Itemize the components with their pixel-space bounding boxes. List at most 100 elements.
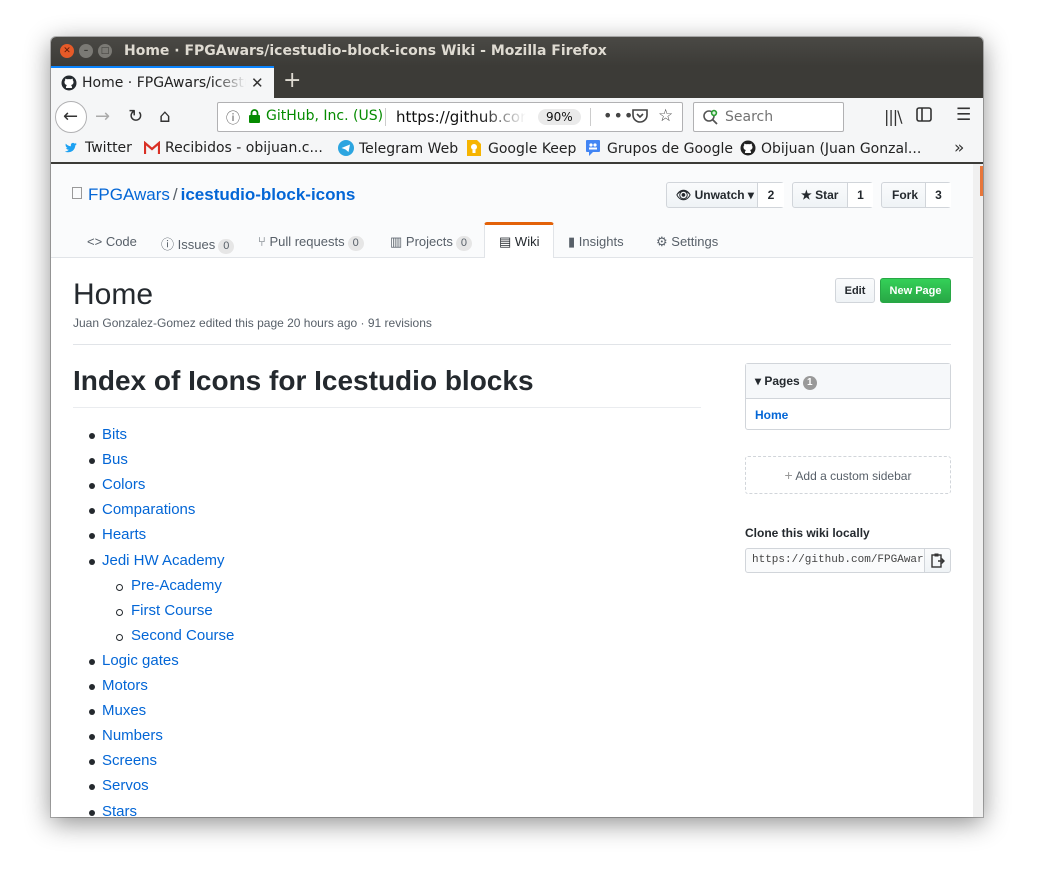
window-title: Home · FPGAwars/icestudio-block-icons Wi…	[124, 43, 607, 59]
tab-pull-requests[interactable]: ⑂ Pull requests 0	[258, 222, 373, 257]
projects-counter: 0	[455, 236, 473, 251]
tab-issues[interactable]: ⓘ Issues 0	[161, 222, 241, 257]
wiki-index-link[interactable]: Bits	[102, 426, 127, 443]
bullet-icon	[89, 433, 95, 439]
unwatch-button[interactable]: 👁 Unwatch ▾ 2	[666, 182, 784, 208]
bookmark-telegram[interactable]: Telegram Web	[338, 140, 458, 157]
tab-wiki[interactable]: ▤ Wiki	[484, 222, 554, 258]
wiki-index-link[interactable]: Logic gates	[102, 652, 179, 669]
bookmark-label: Google Keep	[488, 141, 577, 157]
bookmark-gmail[interactable]: Recibidos - obijuan.c...	[143, 140, 323, 157]
new-tab-button[interactable]: +	[283, 68, 301, 93]
repo-title: FPGAwars / icestudio-block-icons	[72, 185, 355, 205]
bullet-icon	[89, 684, 95, 690]
gmail-icon	[143, 140, 161, 157]
navigation-toolbar: ← → ↻ ⌂ ⓘ GitHub, Inc. (US) https://gith…	[51, 98, 983, 138]
tab-close-icon[interactable]: ✕	[251, 74, 264, 92]
browser-tab[interactable]: Home · FPGAwars/icestudio-block-icons Wi…	[51, 66, 274, 98]
tab-insights[interactable]: ▮ Insights	[568, 222, 638, 257]
page-scrollbar-thumb[interactable]	[980, 166, 983, 196]
pocket-icon[interactable]	[632, 109, 648, 128]
library-icon[interactable]: |||\	[884, 107, 903, 126]
reload-button[interactable]: ↻	[128, 106, 143, 127]
pages-count: 1	[802, 376, 817, 390]
add-custom-sidebar-button[interactable]: + Add a custom sidebar	[745, 456, 951, 494]
wiki-index-link[interactable]: Stars	[102, 803, 137, 817]
bullet-icon	[89, 483, 95, 489]
wiki-index-link[interactable]: Screens	[102, 752, 157, 769]
page-scrollbar[interactable]	[973, 164, 983, 817]
bookmark-google-groups[interactable]: Grupos de Google	[586, 140, 733, 157]
menu-hamburger-icon[interactable]: ☰	[956, 105, 971, 125]
bullet-icon	[89, 759, 95, 765]
chevron-right-icon[interactable]: »	[954, 138, 964, 158]
page-content: FPGAwars / icestudio-block-icons 👁 Unwatch…	[51, 164, 973, 817]
repo-owner-link[interactable]: FPGAwars	[88, 185, 170, 204]
tab-wiki-label: Wiki	[514, 234, 540, 249]
forward-button[interactable]: →	[95, 106, 110, 127]
search-bar[interactable]: Search	[693, 102, 844, 132]
url-separator-2	[590, 108, 591, 126]
bullet-icon	[89, 508, 95, 514]
project-icon: ▥	[390, 234, 403, 249]
page-actions-icon[interactable]: •••	[603, 106, 634, 125]
new-page-button[interactable]: New Page	[880, 278, 951, 303]
home-button[interactable]: ⌂	[159, 106, 170, 127]
url-separator	[385, 108, 386, 126]
tab-projects-label: Projects	[405, 234, 453, 249]
bookmark-label: Twitter	[85, 140, 132, 156]
sidebar-toggle-icon[interactable]	[916, 107, 932, 126]
wiki-index-link[interactable]: Muxes	[102, 702, 146, 719]
tab-settings[interactable]: ⚙ Settings	[656, 222, 726, 257]
edit-button[interactable]: Edit	[835, 278, 875, 303]
clone-url-field[interactable]: https://github.com/FPGAwars/icestudio-bl…	[745, 548, 925, 573]
graph-icon: ▮	[568, 234, 576, 249]
bookmark-twitter[interactable]: Twitter	[64, 140, 132, 157]
bookmark-google-keep[interactable]: Google Keep	[467, 140, 576, 157]
fork-count[interactable]: 3	[925, 183, 951, 207]
wiki-index-link[interactable]: Numbers	[102, 727, 163, 744]
star-button[interactable]: ★ Star 1	[792, 182, 873, 208]
window-maximize-button[interactable]: □	[98, 44, 112, 58]
window-minimize-button[interactable]: –	[79, 44, 93, 58]
wiki-index-link[interactable]: Hearts	[102, 526, 146, 543]
zoom-indicator[interactable]: 90%	[538, 109, 581, 125]
wiki-index-link[interactable]: First Course	[131, 602, 213, 619]
url-bar[interactable]: ⓘ GitHub, Inc. (US) https://github.com/F…	[217, 102, 683, 132]
watch-count[interactable]: 2	[757, 183, 784, 207]
circle-bullet-icon	[116, 634, 123, 641]
pages-link-home[interactable]: Home	[755, 408, 788, 422]
pull-request-icon: ⑂	[258, 234, 266, 249]
wiki-index-link[interactable]: Servos	[102, 777, 149, 794]
pages-panel-header[interactable]: ▾ Pages 1	[746, 364, 950, 399]
back-button[interactable]: ←	[55, 101, 87, 133]
bullet-icon	[89, 784, 95, 790]
tab-code[interactable]: <> Code	[87, 222, 147, 257]
pages-panel: ▾ Pages 1 Home	[745, 363, 951, 430]
bookmark-obijuan-github[interactable]: Obijuan (Juan Gonzal...	[740, 140, 921, 157]
wiki-index-link[interactable]: Motors	[102, 677, 148, 694]
site-identity[interactable]: GitHub, Inc. (US)	[266, 108, 383, 124]
info-icon[interactable]: ⓘ	[226, 108, 240, 128]
fork-button[interactable]: Fork 3	[881, 182, 951, 208]
groups-icon	[586, 140, 602, 156]
wiki-index-link[interactable]: Second Course	[131, 627, 234, 644]
lock-icon[interactable]	[248, 109, 261, 128]
star-count[interactable]: 1	[847, 183, 873, 207]
wiki-index-link[interactable]: Colors	[102, 476, 145, 493]
url-text[interactable]: https://github.com/FPGAwars/icestudio-bl…	[396, 108, 526, 126]
plus-icon: +	[784, 467, 793, 483]
wiki-index-link[interactable]: Pre-Academy	[131, 577, 222, 594]
copy-clipboard-button[interactable]	[924, 548, 951, 573]
bookmark-star-icon[interactable]: ☆	[658, 106, 673, 126]
bullet-icon	[89, 559, 95, 565]
repo-name-link[interactable]: icestudio-block-icons	[181, 185, 356, 204]
window-close-button[interactable]: ✕	[60, 44, 74, 58]
wiki-index-link[interactable]: Jedi HW Academy	[102, 552, 225, 569]
wiki-index-link[interactable]: Comparations	[102, 501, 195, 518]
tab-insights-label: Insights	[578, 234, 624, 249]
search-placeholder: Search	[725, 109, 774, 125]
page-meta: Juan Gonzalez-Gomez edited this page 20 …	[73, 316, 432, 330]
wiki-index-link[interactable]: Bus	[102, 451, 128, 468]
tab-projects[interactable]: ▥ Projects 0	[390, 222, 475, 257]
